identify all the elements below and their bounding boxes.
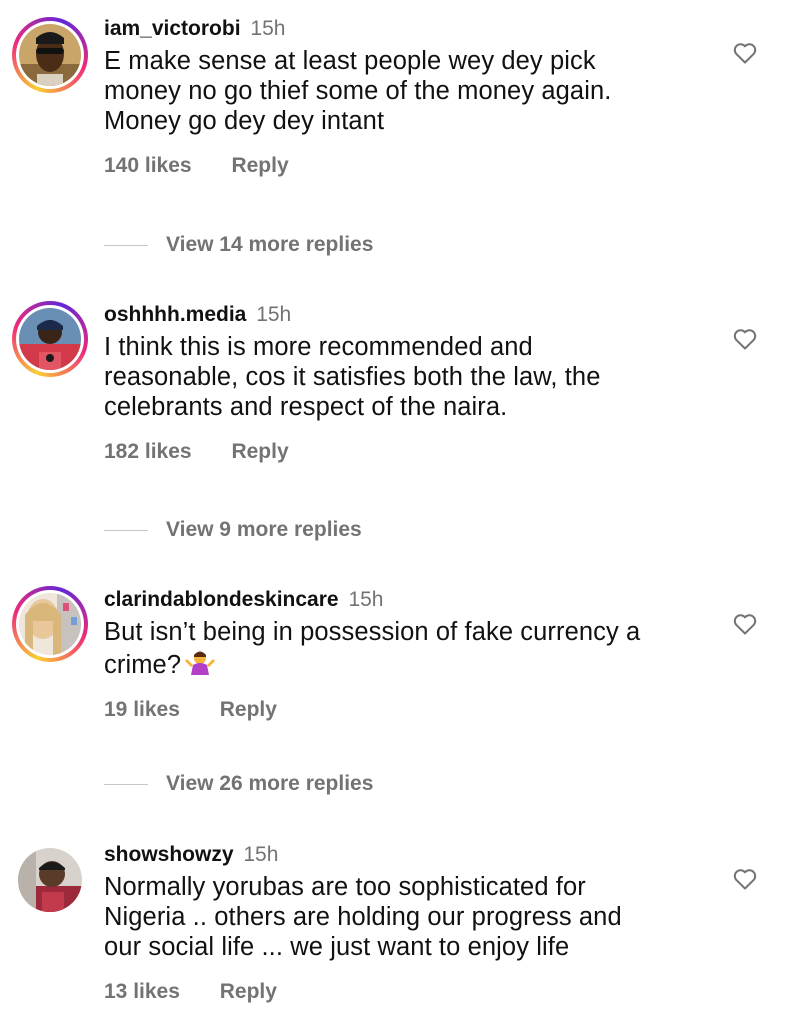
timestamp: 15h (256, 303, 292, 326)
comment-text: E make sense at least people wey dey pic… (104, 47, 612, 135)
divider (104, 244, 148, 246)
avatar[interactable] (12, 17, 88, 93)
timestamp: 15h (243, 843, 279, 866)
timestamp: 15h (348, 588, 384, 611)
heart-outline-icon[interactable] (733, 868, 757, 890)
likes-count[interactable]: 140 likes (104, 154, 192, 178)
reply-button[interactable]: Reply (231, 440, 288, 464)
timestamp: 15h (250, 17, 286, 40)
comments-feed: iam_victorobi 15h E make sense at least … (0, 0, 803, 1024)
likes-count[interactable]: 19 likes (104, 698, 180, 722)
comment-text: But isn’t being in possession of fake cu… (104, 618, 641, 679)
avatar[interactable] (12, 842, 88, 918)
reply-button[interactable]: Reply (220, 698, 277, 722)
likes-count[interactable]: 13 likes (104, 980, 180, 1004)
reply-button[interactable]: Reply (220, 980, 277, 1004)
heart-outline-icon[interactable] (733, 42, 757, 64)
divider (104, 529, 148, 531)
username[interactable]: showshowzy (104, 843, 234, 866)
heart-outline-icon[interactable] (733, 613, 757, 635)
divider (104, 783, 148, 785)
comment-text: Normally yorubas are too sophisticated f… (104, 873, 622, 961)
avatar-image (19, 24, 81, 86)
view-more-replies-button[interactable]: View 26 more replies (104, 769, 373, 799)
avatar[interactable] (12, 301, 88, 377)
avatar-image (19, 593, 81, 655)
avatar-image (19, 308, 81, 370)
view-more-replies-button[interactable]: View 14 more replies (104, 230, 373, 260)
reply-button[interactable]: Reply (231, 154, 288, 178)
likes-count[interactable]: 182 likes (104, 440, 192, 464)
avatar[interactable] (12, 586, 88, 662)
person-shrugging-emoji (185, 651, 216, 675)
username[interactable]: oshhhh.media (104, 303, 246, 326)
comment-text: I think this is more recommended and rea… (104, 333, 601, 421)
avatar-image (18, 848, 82, 912)
view-more-replies-button[interactable]: View 9 more replies (104, 515, 362, 545)
heart-outline-icon[interactable] (733, 328, 757, 350)
username[interactable]: iam_victorobi (104, 17, 241, 40)
username[interactable]: clarindablondeskincare (104, 588, 339, 611)
